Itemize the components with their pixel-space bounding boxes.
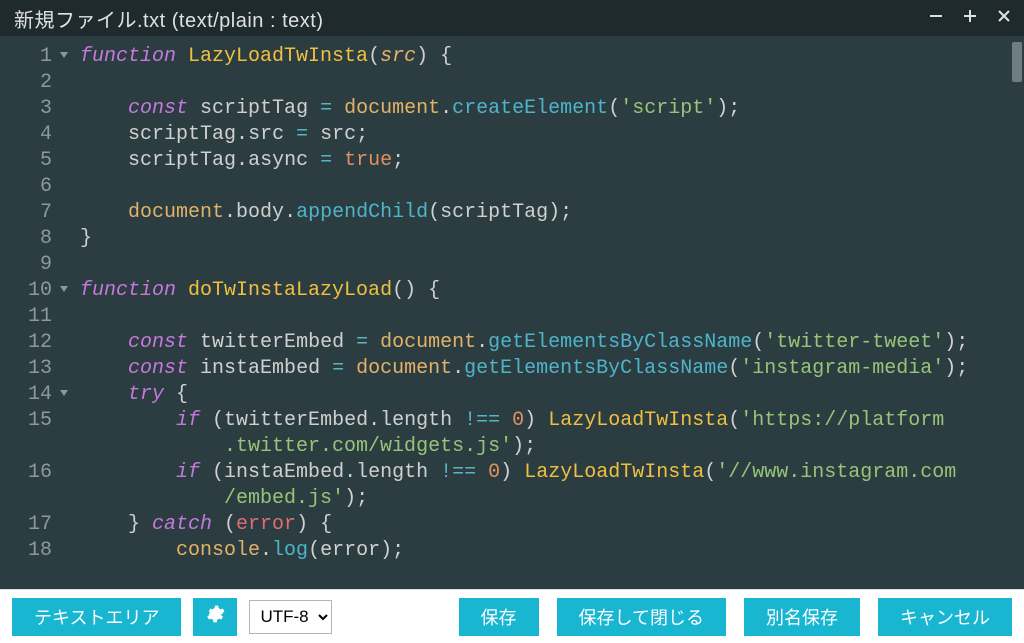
minimize-button[interactable] [926,8,946,28]
line-number: 13 [0,356,70,382]
code-line[interactable]: } [80,226,1024,252]
code-line[interactable]: /embed.js'); [80,486,1024,512]
code-line[interactable]: .twitter.com/widgets.js'); [80,434,1024,460]
save-button[interactable]: 保存 [459,598,539,636]
line-number: 17 [0,512,70,538]
encoding-select-wrap: UTF-8 [249,599,332,635]
line-number: 8 [0,226,70,252]
line-number: 7 [0,200,70,226]
code-line[interactable]: document.body.appendChild(scriptTag); [80,200,1024,226]
code-line[interactable]: function LazyLoadTwInsta(src) { [80,44,1024,70]
settings-button[interactable] [193,598,237,636]
close-button[interactable] [994,8,1014,28]
line-number: 1 [0,44,70,70]
maximize-button[interactable] [960,8,980,28]
title-bar: 新規ファイル.txt (text/plain : text) [0,0,1024,36]
save-and-close-button[interactable]: 保存して閉じる [557,598,726,636]
line-number: 14 [0,382,70,408]
code-line[interactable]: if (instaEmbed.length !== 0) LazyLoadTwI… [80,460,1024,486]
code-line[interactable]: const instaEmbed = document.getElementsB… [80,356,1024,382]
code-line[interactable]: function doTwInstaLazyLoad() { [80,278,1024,304]
code-line[interactable]: scriptTag.async = true; [80,148,1024,174]
code-line[interactable] [80,252,1024,278]
line-number: 2 [0,70,70,96]
window-controls [926,8,1014,28]
line-number: 6 [0,174,70,200]
gear-icon [205,604,225,629]
line-number: 18 [0,538,70,564]
line-number: 12 [0,330,70,356]
code-line[interactable]: const scriptTag = document.createElement… [80,96,1024,122]
toolbar-right-group: 保存 保存して閉じる 別名保存 キャンセル [459,598,1012,636]
line-number [0,486,70,512]
line-number: 3 [0,96,70,122]
code-line[interactable] [80,174,1024,200]
line-number: 15 [0,408,70,434]
code-editor[interactable]: 123456789101112131415161718 function Laz… [0,36,1024,589]
save-as-button[interactable]: 別名保存 [744,598,860,636]
cancel-button[interactable]: キャンセル [878,598,1012,636]
fold-marker-icon[interactable] [60,52,68,58]
code-line[interactable] [80,304,1024,330]
code-line[interactable]: if (twitterEmbed.length !== 0) LazyLoadT… [80,408,1024,434]
bottom-toolbar: テキストエリア UTF-8 保存 保存して閉じる 別名保存 キャンセル [0,589,1024,643]
fold-marker-icon[interactable] [60,390,68,396]
window-title: 新規ファイル.txt (text/plain : text) [14,4,926,33]
code-line[interactable]: const twitterEmbed = document.getElement… [80,330,1024,356]
line-number: 5 [0,148,70,174]
code-line[interactable]: console.log(error); [80,538,1024,564]
code-line[interactable]: try { [80,382,1024,408]
fold-marker-icon[interactable] [60,286,68,292]
code-line[interactable]: } catch (error) { [80,512,1024,538]
code-line[interactable] [80,70,1024,96]
line-number: 9 [0,252,70,278]
code-area[interactable]: function LazyLoadTwInsta(src) { const sc… [70,36,1024,589]
line-number [0,434,70,460]
line-number: 16 [0,460,70,486]
line-number: 10 [0,278,70,304]
text-area-button[interactable]: テキストエリア [12,598,181,636]
code-line[interactable]: scriptTag.src = src; [80,122,1024,148]
encoding-select[interactable]: UTF-8 [249,600,332,634]
line-number: 4 [0,122,70,148]
line-number-gutter: 123456789101112131415161718 [0,36,70,589]
vertical-scrollbar[interactable] [1012,42,1022,82]
line-number: 11 [0,304,70,330]
